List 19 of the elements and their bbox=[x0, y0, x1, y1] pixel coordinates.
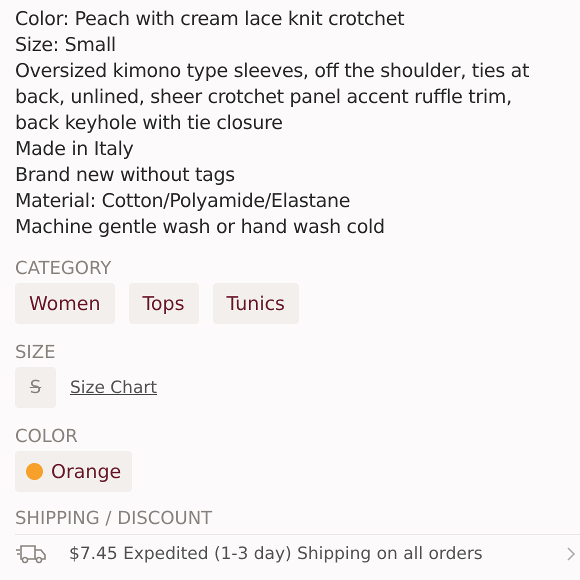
shipping-row[interactable]: $7.45 Expedited (1-3 day) Shipping on all orders bbox=[15, 534, 580, 573]
color-option[interactable]: Orange bbox=[15, 451, 132, 492]
description-text: Brand new without tags bbox=[15, 163, 236, 188]
chevron-right-icon bbox=[566, 546, 576, 562]
shipping-text: $7.45 Expedited (1-3 day) Shipping on all orders bbox=[69, 544, 484, 564]
description-text: Size: Small bbox=[15, 33, 117, 58]
category-tag[interactable]: Tops bbox=[128, 283, 199, 324]
description-text: Machine gentle wash or hand wash cold bbox=[15, 215, 386, 240]
category-tag[interactable]: Tunics bbox=[212, 283, 299, 324]
description-text: Color: Peach with cream lace knit crotchet bbox=[15, 7, 406, 32]
section-heading: SIZE bbox=[15, 342, 56, 364]
description-text: Oversized kimono type sleeves, off the shoulder, ties at back, unlined, sheer crotchet panel accent ruffle trim, back keyhole with tie closure bbox=[15, 59, 530, 136]
description-text: Made in Italy bbox=[15, 137, 135, 162]
category-tag[interactable]: Women bbox=[15, 283, 115, 324]
section-heading: COLOR bbox=[15, 426, 79, 448]
truck-icon bbox=[15, 543, 47, 565]
section-heading: CATEGORY bbox=[15, 258, 112, 280]
section-heading: SHIPPING / DISCOUNT bbox=[15, 508, 214, 530]
description-text: Material: Cotton/Polyamide/Elastane bbox=[15, 189, 352, 214]
